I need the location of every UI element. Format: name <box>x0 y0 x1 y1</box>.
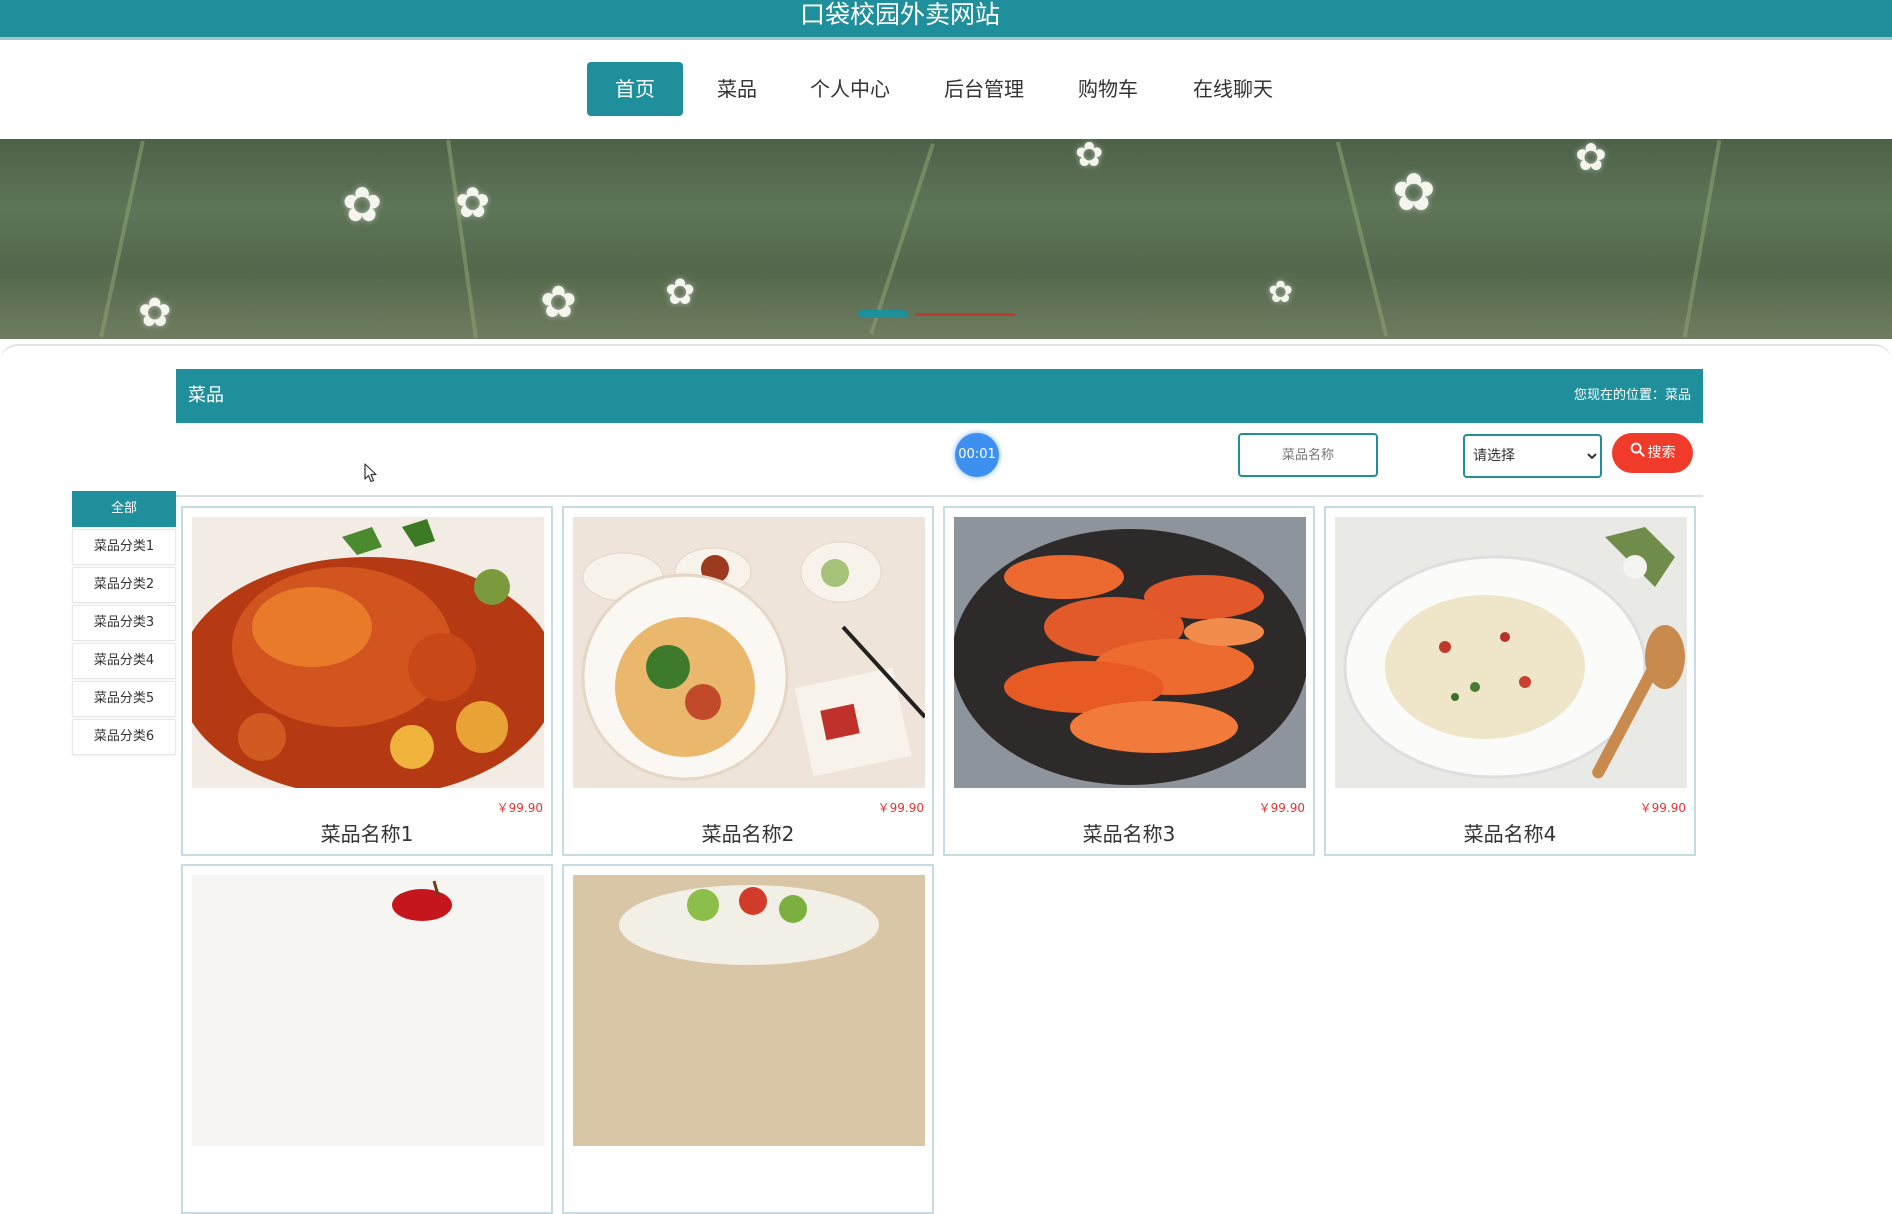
sidebar-item-category-3[interactable]: 菜品分类3 <box>72 605 176 641</box>
flower-icon: ✿ <box>342 177 383 233</box>
flower-icon: ✿ <box>1575 139 1607 179</box>
carousel-indicator-active[interactable] <box>858 310 908 318</box>
product-image-shrimp[interactable] <box>954 517 1306 788</box>
product-card[interactable]: ￥99.90 菜品名称2 <box>562 506 934 856</box>
nav-item-admin[interactable]: 后台管理 <box>933 62 1035 116</box>
product-price: ￥99.90 <box>877 801 924 815</box>
product-card[interactable]: ￥99.90 菜品名称1 <box>181 506 553 856</box>
timer-badge: 00:01 <box>955 433 999 477</box>
mouse-cursor-icon <box>364 463 378 487</box>
product-price: ￥99.90 <box>1258 801 1305 815</box>
product-name[interactable]: 菜品名称2 <box>564 818 932 847</box>
banner-grass <box>446 139 478 339</box>
product-name[interactable]: 菜品名称1 <box>183 818 551 847</box>
nav-item-home[interactable]: 首页 <box>587 62 683 116</box>
section-header: 菜品 您现在的位置：菜品 <box>176 369 1703 423</box>
product-price: ￥99.90 <box>1639 801 1686 815</box>
search-button[interactable]: 搜索 <box>1612 433 1693 473</box>
sidebar-item-category-5[interactable]: 菜品分类5 <box>72 681 176 717</box>
product-name[interactable]: 菜品名称4 <box>1326 818 1694 847</box>
banner-grass <box>1335 141 1389 337</box>
product-card[interactable] <box>562 864 934 1214</box>
sidebar-item-category-6[interactable]: 菜品分类6 <box>72 719 176 755</box>
flower-icon: ✿ <box>1268 275 1294 310</box>
product-image-crab[interactable] <box>192 517 544 788</box>
site-title: 口袋校园外卖网站 <box>799 0 1000 29</box>
product-card[interactable]: ￥99.90 菜品名称4 <box>1324 506 1696 856</box>
sidebar-item-category-4[interactable]: 菜品分类4 <box>72 643 176 679</box>
banner-carousel[interactable]: ✿ ✿ ✿ ✿ ✿ ✿ ✿ ✿ ✿ <box>0 139 1892 339</box>
toolbar-divider <box>176 495 1703 497</box>
site-header: 口袋校园外卖网站 <box>0 0 1892 40</box>
nav-item-dishes[interactable]: 菜品 <box>703 62 771 116</box>
nav-item-cart[interactable]: 购物车 <box>1066 62 1150 116</box>
sidebar-item-category-2[interactable]: 菜品分类2 <box>72 567 176 603</box>
banner-grass <box>1682 140 1722 338</box>
nav-item-online-chat[interactable]: 在线聊天 <box>1183 62 1283 116</box>
main-nav: 首页 菜品 个人中心 后台管理 购物车 在线聊天 <box>0 62 1892 118</box>
carousel-indicator[interactable] <box>915 313 1015 316</box>
product-image[interactable] <box>192 875 544 1146</box>
product-price: ￥99.90 <box>496 801 543 815</box>
category-select[interactable]: 请选择 <box>1463 434 1602 478</box>
category-sidebar: 全部 菜品分类1 菜品分类2 菜品分类3 菜品分类4 菜品分类5 菜品分类6 <box>72 491 176 757</box>
flower-icon: ✿ <box>540 277 577 328</box>
product-name[interactable]: 菜品名称3 <box>945 818 1313 847</box>
flower-icon: ✿ <box>1075 139 1104 175</box>
product-image-noodle-bowl[interactable] <box>573 517 925 788</box>
sidebar-item-all[interactable]: 全部 <box>72 491 176 527</box>
breadcrumb: 您现在的位置：菜品 <box>1573 388 1691 403</box>
sidebar-item-category-1[interactable]: 菜品分类1 <box>72 529 176 565</box>
product-card[interactable] <box>181 864 553 1214</box>
dish-name-search-input[interactable] <box>1238 433 1378 477</box>
search-button-label: 搜索 <box>1647 445 1676 461</box>
nav-item-personal-center[interactable]: 个人中心 <box>800 62 900 116</box>
flower-icon: ✿ <box>1392 163 1436 223</box>
product-image[interactable] <box>573 875 925 1146</box>
search-icon <box>1630 433 1645 473</box>
flower-icon: ✿ <box>138 290 172 336</box>
product-card[interactable]: ￥99.90 菜品名称3 <box>943 506 1315 856</box>
section-title: 菜品 <box>188 385 224 406</box>
flower-icon: ✿ <box>665 272 696 313</box>
banner-grass <box>869 143 935 335</box>
flower-icon: ✿ <box>455 178 491 227</box>
product-image-porridge[interactable] <box>1335 517 1687 788</box>
